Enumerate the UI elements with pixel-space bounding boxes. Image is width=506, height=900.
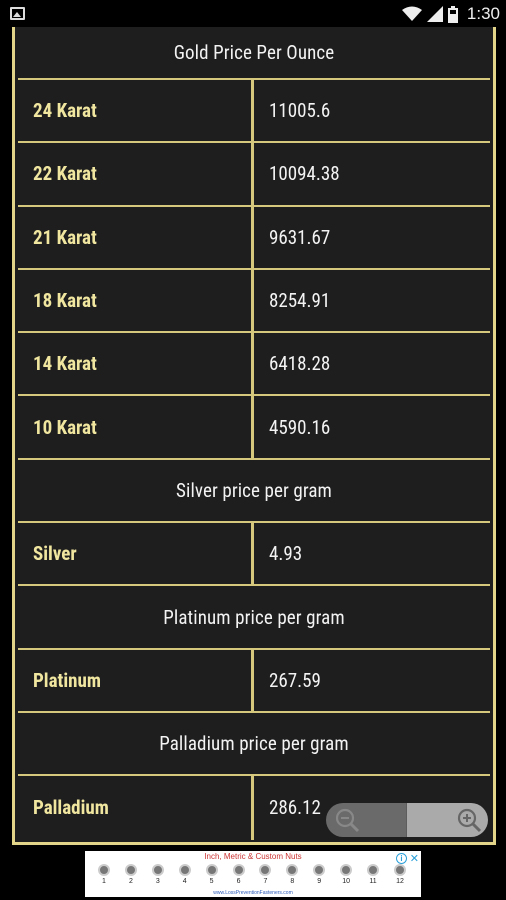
price-table: Gold Price Per Ounce 24 Karat 11005.6 22… [18, 27, 490, 840]
palladium-header-text: Palladium price per gram [159, 732, 349, 756]
row-label: Palladium [18, 776, 254, 840]
table-row: 22 Karat 10094.38 [18, 143, 490, 207]
row-value: 4590.16 [269, 415, 331, 439]
clock: 1:30 [466, 4, 500, 23]
table-row: 18 Karat 8254.91 [18, 269, 490, 334]
row-value: 4.93 [269, 542, 303, 566]
ad-title: Inch, Metric & Custom Nuts [204, 852, 302, 861]
ad-footer: www.LossPreventionFasteners.com [213, 890, 293, 896]
row-label: 22 Karat [18, 143, 254, 205]
row-label: 21 Karat [18, 206, 254, 268]
table-row: 10 Karat 4590.16 [18, 396, 490, 460]
table-row: 14 Karat 6418.28 [18, 333, 490, 397]
nut-icon [178, 864, 191, 876]
nut-icon [205, 864, 218, 876]
table-row: 21 Karat 9631.67 [18, 206, 490, 270]
ad-banner[interactable]: Inch, Metric & Custom Nuts i ✕ 123456789… [85, 851, 421, 897]
platinum-header: Platinum price per gram [18, 586, 490, 650]
nut-number: 4 [182, 878, 187, 885]
nut-number: 10 [342, 878, 351, 885]
table-row: 24 Karat 11005.6 [18, 80, 490, 144]
ad-nut-item: 10 [335, 864, 357, 885]
ad-area: Inch, Metric & Custom Nuts i ✕ 123456789… [0, 848, 506, 900]
nut-icon [124, 864, 137, 876]
palladium-header: Palladium price per gram [18, 713, 490, 777]
zoom-out-icon [335, 808, 360, 833]
row-value: 11005.6 [269, 99, 331, 123]
nut-number: 3 [155, 878, 160, 885]
ad-nut-item: 7 [254, 864, 276, 885]
ad-info-icon[interactable]: i [396, 853, 407, 864]
ad-nut-list: 1 2 3 4 5 6 7 8 9 10 11 12 [93, 864, 411, 885]
nut-icon [286, 864, 299, 876]
nut-icon [98, 864, 110, 876]
image-icon [10, 7, 25, 20]
row-label: 10 Karat [18, 396, 254, 458]
battery-icon [447, 5, 458, 23]
nut-icon [232, 864, 245, 876]
silver-header: Silver price per gram [18, 460, 490, 524]
nut-number: 2 [128, 878, 133, 885]
ad-nut-item: 11 [362, 864, 384, 885]
zoom-out-button[interactable] [326, 803, 407, 837]
ad-nut-item: 12 [389, 864, 411, 885]
row-value: 9631.67 [269, 225, 331, 249]
nut-number: 9 [317, 878, 322, 885]
ad-nut-item: 9 [308, 864, 330, 885]
signal-icon [426, 6, 443, 22]
row-label: Platinum [18, 649, 254, 711]
nut-number: 11 [369, 878, 377, 885]
row-value: 267.59 [269, 668, 321, 692]
table-row: Silver 4.93 [18, 523, 490, 587]
zoom-controls [326, 803, 488, 837]
row-value: 8254.91 [269, 289, 331, 313]
ad-nut-item: 4 [174, 864, 196, 885]
row-value: 6418.28 [269, 352, 331, 376]
nut-number: 7 [263, 878, 268, 885]
nut-number: 6 [236, 878, 241, 885]
nut-number: 12 [396, 878, 404, 885]
silver-header-text: Silver price per gram [176, 478, 332, 502]
nut-icon [393, 864, 406, 876]
wifi-icon [401, 6, 422, 21]
gold-header: Gold Price Per Ounce [18, 27, 490, 80]
price-panel[interactable]: Gold Price Per Ounce 24 Karat 11005.6 22… [12, 27, 496, 845]
row-label: Silver [18, 523, 254, 585]
gold-header-text: Gold Price Per Ounce [173, 41, 335, 64]
row-label: 18 Karat [18, 269, 254, 332]
nut-number: 8 [290, 878, 295, 885]
nut-icon [367, 864, 380, 876]
nut-number: 5 [209, 878, 214, 885]
table-row: Platinum 267.59 [18, 649, 490, 713]
ad-nut-item: 3 [147, 864, 169, 885]
nut-icon [340, 864, 353, 876]
row-value: 10094.38 [269, 162, 340, 186]
ad-nut-item: 5 [201, 864, 223, 885]
nut-icon [313, 864, 326, 876]
ad-nut-item: 6 [228, 864, 250, 885]
ad-close-icon[interactable]: ✕ [410, 852, 419, 865]
row-label: 24 Karat [18, 80, 254, 142]
status-bar: 1:30 [0, 0, 506, 27]
ad-nut-item: 2 [120, 864, 142, 885]
zoom-in-icon [457, 808, 482, 833]
nut-number: 1 [102, 878, 106, 885]
row-label: 14 Karat [18, 333, 254, 395]
nut-icon [151, 864, 164, 876]
ad-nut-item: 1 [93, 864, 115, 885]
zoom-in-button[interactable] [407, 803, 488, 837]
ad-nut-item: 8 [281, 864, 303, 885]
platinum-header-text: Platinum price per gram [163, 605, 345, 629]
status-icons: 1:30 [401, 3, 500, 25]
nut-icon [259, 864, 272, 876]
